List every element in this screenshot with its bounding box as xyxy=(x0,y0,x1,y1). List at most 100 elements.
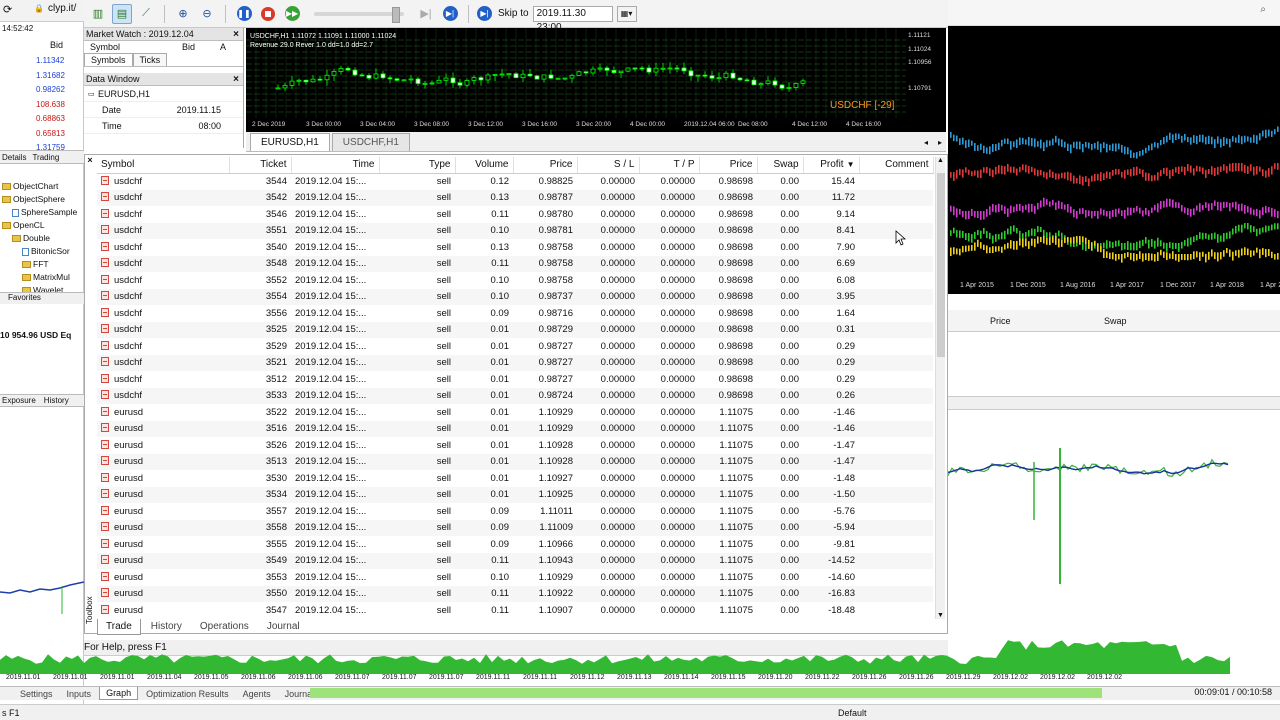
navigator-tree-item[interactable]: FFT xyxy=(0,258,84,271)
search-icon[interactable]: ⌕ xyxy=(1260,4,1266,15)
tab-history[interactable]: History xyxy=(44,396,69,405)
col-type[interactable]: Type xyxy=(379,157,456,174)
mw-col-ask[interactable]: A xyxy=(220,42,226,52)
chart-candles-button[interactable]: ▤ xyxy=(112,3,132,24)
table-row[interactable]: eurusd 3547 2019.12.04 15:... sell 0.11 1.109… xyxy=(97,602,933,619)
skip-to-date-input[interactable]: 2019.11.30 23:00 xyxy=(532,5,613,33)
table-row[interactable]: eurusd 3516 2019.12.04 15:... sell 0.01 1.109… xyxy=(97,420,933,437)
navigator-tree-item[interactable]: SphereSample xyxy=(0,206,84,219)
col-sl[interactable]: S / L xyxy=(577,157,640,174)
tab-details[interactable]: Details xyxy=(2,153,26,162)
scroll-up-icon[interactable]: ▲ xyxy=(937,157,944,164)
tab-ticks[interactable]: Ticks xyxy=(132,53,168,66)
right-col-swap[interactable]: Swap xyxy=(1104,316,1127,326)
close-icon[interactable]: × xyxy=(233,28,239,41)
table-row[interactable]: eurusd 3557 2019.12.04 15:... sell 0.09 1.110… xyxy=(97,503,933,520)
tab-settings[interactable]: Settings xyxy=(14,688,59,700)
table-row[interactable]: usdchf 3548 2019.12.04 15:... sell 0.11 0.987… xyxy=(97,255,933,272)
tab-eurusd-h1[interactable]: EURUSD,H1 xyxy=(250,133,330,151)
chart-tab-scroll-left-icon[interactable]: ◂ xyxy=(920,138,932,151)
table-row[interactable]: eurusd 3530 2019.12.04 15:... sell 0.01 1.109… xyxy=(97,470,933,487)
table-row[interactable]: eurusd 3558 2019.12.04 15:... sell 0.09 1.110… xyxy=(97,519,933,536)
navigator-tree-item[interactable]: BitonicSor xyxy=(0,245,84,258)
col-swap[interactable]: Swap xyxy=(757,157,804,174)
chart-line-button[interactable]: ⟋ xyxy=(136,4,156,24)
navigator-tree-item[interactable]: ObjectChart xyxy=(0,180,84,193)
tab-agents[interactable]: Agents xyxy=(237,688,277,700)
chart-bars-button[interactable]: ▥ xyxy=(88,4,108,24)
table-row[interactable]: eurusd 3553 2019.12.04 15:... sell 0.10 1.109… xyxy=(97,569,933,586)
col-current-price[interactable]: Price xyxy=(699,157,758,174)
skip-date-dropdown-button[interactable]: ▦▾ xyxy=(616,5,637,22)
table-row[interactable]: usdchf 3512 2019.12.04 15:... sell 0.01 0.987… xyxy=(97,371,933,388)
col-time[interactable]: Time xyxy=(291,157,380,174)
tab-symbols[interactable]: Symbols xyxy=(84,53,133,66)
table-row[interactable]: usdchf 3542 2019.12.04 15:... sell 0.13 0.987… xyxy=(97,189,933,206)
table-row[interactable]: usdchf 3552 2019.12.04 15:... sell 0.10 0.987… xyxy=(97,272,933,289)
pause-button[interactable]: ❚❚ xyxy=(234,4,254,24)
table-row[interactable]: eurusd 3526 2019.12.04 15:... sell 0.01 1.109… xyxy=(97,437,933,454)
favorites-tab[interactable]: Favorites xyxy=(0,292,84,304)
step-forward-button[interactable]: ▶| xyxy=(416,4,436,24)
scroll-down-icon[interactable]: ▼ xyxy=(937,612,944,619)
col-tp[interactable]: T / P xyxy=(639,157,700,174)
long-term-bar xyxy=(1244,247,1246,256)
table-row[interactable]: eurusd 3513 2019.12.04 15:... sell 0.01 1.109… xyxy=(97,453,933,470)
close-icon[interactable]: × xyxy=(233,73,239,86)
navigator-tree-item[interactable]: OpenCL xyxy=(0,219,84,232)
tab-trading[interactable]: Trading xyxy=(32,153,59,162)
speed-slider[interactable] xyxy=(314,6,404,23)
trade-table-scrollbar[interactable]: ▲ ▼ xyxy=(935,157,945,619)
table-row[interactable]: usdchf 3521 2019.12.04 15:... sell 0.01 0.987… xyxy=(97,354,933,371)
col-price[interactable]: Price xyxy=(513,157,578,174)
navigator-tree-item[interactable]: MatrixMul xyxy=(0,271,84,284)
table-row[interactable]: usdchf 3546 2019.12.04 15:... sell 0.11 0.987… xyxy=(97,206,933,223)
expand-icon[interactable]: ▭ xyxy=(84,90,95,98)
table-row[interactable]: usdchf 3554 2019.12.04 15:... sell 0.10 0.987… xyxy=(97,288,933,305)
long-term-bar xyxy=(1223,250,1225,257)
zoom-out-button[interactable]: ⊖ xyxy=(197,4,217,24)
table-row[interactable]: usdchf 3556 2019.12.04 15:... sell 0.09 0.987… xyxy=(97,305,933,322)
col-volume[interactable]: Volume xyxy=(455,157,514,174)
tab-usdchf-h1[interactable]: USDCHF,H1 xyxy=(331,133,410,151)
mw-col-symbol[interactable]: Symbol xyxy=(90,42,120,52)
navigator-tree-item[interactable]: ObjectSphere xyxy=(0,193,84,206)
long-term-chart[interactable]: 1 Apr 2015 1 Dec 2015 1 Aug 2016 1 Apr 2017… xyxy=(948,26,1280,294)
table-row[interactable]: usdchf 3529 2019.12.04 15:... sell 0.01 0.987… xyxy=(97,338,933,355)
table-row[interactable]: usdchf 3533 2019.12.04 15:... sell 0.01 0.987… xyxy=(97,387,933,404)
table-row[interactable]: eurusd 3550 2019.12.04 15:... sell 0.11 1.109… xyxy=(97,585,933,602)
table-row[interactable]: usdchf 3551 2019.12.04 15:... sell 0.10 0.987… xyxy=(97,222,933,239)
profile-name[interactable]: Default xyxy=(838,705,867,720)
tab-graph[interactable]: Graph xyxy=(99,687,139,700)
right-col-price[interactable]: Price xyxy=(990,316,1011,326)
mw-col-bid[interactable]: Bid xyxy=(182,42,195,52)
long-term-bar xyxy=(1271,224,1273,231)
cell-ticket: 3548 xyxy=(229,255,291,272)
refresh-icon[interactable]: ⟳ xyxy=(3,3,12,16)
stop-button[interactable] xyxy=(258,4,278,24)
table-row[interactable]: eurusd 3534 2019.12.04 15:... sell 0.01 1.109… xyxy=(97,486,933,503)
chart-tab-scroll-right-icon[interactable]: ▸ xyxy=(934,138,946,151)
next-button[interactable]: ▶| xyxy=(440,4,460,24)
table-row[interactable]: usdchf 3544 2019.12.04 15:... sell 0.12 0.988… xyxy=(97,173,933,190)
tab-optimization-results[interactable]: Optimization Results xyxy=(140,688,235,700)
table-row[interactable]: eurusd 3522 2019.12.04 15:... sell 0.01 1.109… xyxy=(97,404,933,421)
fast-forward-button[interactable]: ▶▶ xyxy=(282,4,302,24)
col-profit[interactable]: Profit ▼ xyxy=(803,157,860,174)
close-icon[interactable]: × xyxy=(85,155,95,165)
tab-inputs[interactable]: Inputs xyxy=(61,688,98,700)
url-text[interactable]: clyp.it/ xyxy=(48,3,76,14)
table-row[interactable]: eurusd 3549 2019.12.04 15:... sell 0.11 1.109… xyxy=(97,552,933,569)
col-symbol[interactable]: Symbol xyxy=(97,157,230,174)
zoom-in-button[interactable]: ⊕ xyxy=(173,4,193,24)
table-row[interactable]: eurusd 3555 2019.12.04 15:... sell 0.09 1.109… xyxy=(97,536,933,553)
scrollbar-thumb[interactable] xyxy=(937,173,945,357)
table-row[interactable]: usdchf 3525 2019.12.04 15:... sell 0.01 0.987… xyxy=(97,321,933,338)
navigator-tree-item[interactable]: Double xyxy=(0,232,84,245)
table-row[interactable]: usdchf 3540 2019.12.04 15:... sell 0.13 0.987… xyxy=(97,239,933,256)
col-comment[interactable]: Comment xyxy=(859,157,934,174)
col-ticket[interactable]: Ticket xyxy=(229,157,292,174)
usdchf-chart[interactable]: USDCHF,H1 1.11072 1.11091 1.11000 1.1102… xyxy=(246,28,946,132)
candle-body xyxy=(457,82,463,86)
tab-exposure[interactable]: Exposure xyxy=(2,396,36,405)
